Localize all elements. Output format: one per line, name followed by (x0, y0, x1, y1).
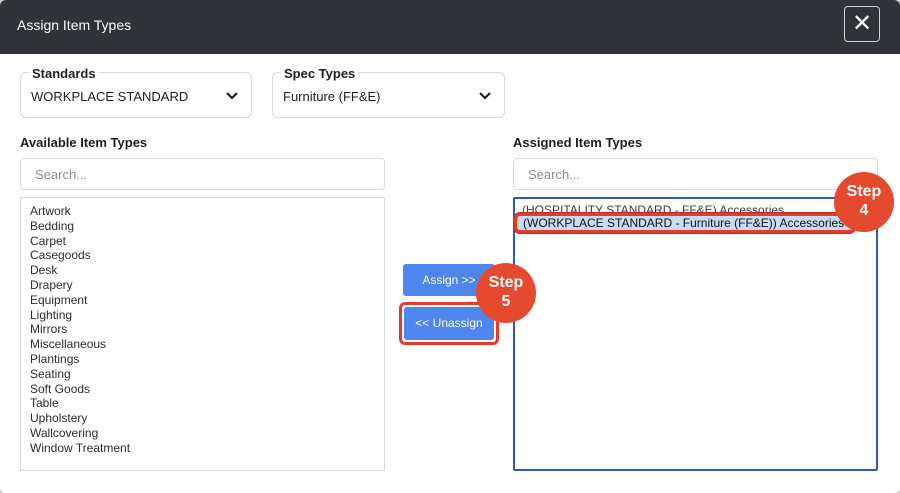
step5-line2: 5 (501, 293, 511, 310)
assigned-item-types-label: Assigned Item Types (513, 135, 643, 150)
unassign-button[interactable]: << Unassign (404, 307, 494, 340)
step4-line2: 4 (859, 202, 869, 219)
available-search-input[interactable]: Search... (20, 158, 385, 190)
close-button[interactable]: ✕ (844, 6, 880, 42)
list-item[interactable]: Table (21, 396, 384, 411)
list-item[interactable]: Desk (21, 263, 384, 278)
chevron-down-icon (479, 92, 491, 100)
assigned-search-input[interactable]: Search... (513, 158, 878, 190)
spec-types-select[interactable]: Spec Types Furniture (FF&E) (272, 66, 505, 118)
step4-line1: Step (846, 183, 882, 200)
list-item[interactable]: Lighting (21, 308, 384, 323)
list-item[interactable]: Mirrors (21, 322, 384, 337)
available-item-types-list[interactable]: Artwork Bedding Carpet Casegoods Desk Dr… (20, 197, 385, 471)
chevron-down-icon (226, 92, 238, 100)
list-item[interactable]: Casegoods (21, 248, 384, 263)
list-item[interactable]: Soft Goods (21, 382, 384, 397)
step5-line1: Step (488, 274, 524, 291)
list-item[interactable]: Upholstery (21, 411, 384, 426)
step4-badge: Step 4 (834, 172, 894, 232)
spec-types-value: Furniture (FF&E) (283, 89, 381, 104)
spec-types-label: Spec Types (281, 66, 359, 81)
list-item[interactable]: Drapery (21, 278, 384, 293)
list-item[interactable]: Bedding (21, 219, 384, 234)
list-item[interactable]: Seating (21, 367, 384, 382)
standards-value: WORKPLACE STANDARD (31, 89, 189, 104)
list-item[interactable]: Plantings (21, 352, 384, 367)
modal-title: Assign Item Types (17, 17, 132, 33)
assigned-search-placeholder: Search... (528, 167, 581, 182)
close-icon: ✕ (851, 10, 873, 37)
list-item[interactable]: Wallcovering (21, 426, 384, 441)
list-item[interactable]: Carpet (21, 234, 384, 249)
standards-select[interactable]: Standards WORKPLACE STANDARD (20, 66, 252, 118)
list-item-selected[interactable]: (WORKPLACE STANDARD - Furniture (FF&E)) … (514, 213, 856, 233)
step5-badge: Step 5 (476, 263, 536, 323)
standards-label: Standards (29, 66, 99, 81)
modal-header: Assign Item Types ✕ (0, 0, 900, 54)
list-item[interactable]: Miscellaneous (21, 337, 384, 352)
list-item[interactable]: Artwork (21, 204, 384, 219)
assign-item-types-modal: Assign Item Types ✕ Standards WORKPLACE … (0, 0, 900, 493)
list-item[interactable]: Window Treatment (21, 441, 384, 456)
assigned-item-types-list[interactable] (513, 197, 878, 471)
available-search-placeholder: Search... (35, 167, 88, 182)
available-item-types-label: Available Item Types (20, 135, 148, 150)
list-item[interactable]: Equipment (21, 293, 384, 308)
